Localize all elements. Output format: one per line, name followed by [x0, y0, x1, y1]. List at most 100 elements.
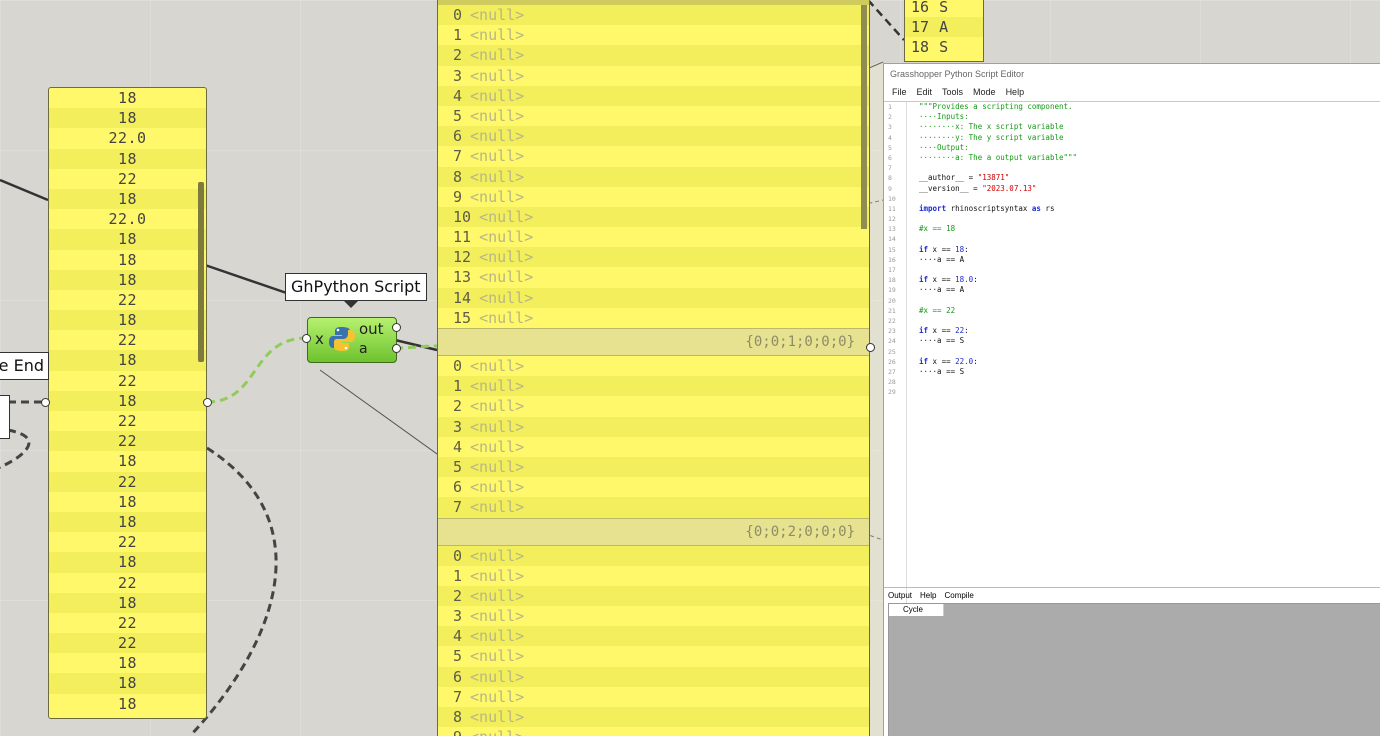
null-value: <null>: [470, 397, 525, 416]
item-index: 4: [453, 437, 463, 456]
item-index: 1: [453, 26, 463, 45]
code-line: 3 ········x: The x script variable: [884, 122, 1380, 132]
code-line: 13 #x == 18: [884, 224, 1380, 234]
null-row: 3 <null>: [438, 66, 869, 86]
item-index: 4: [453, 86, 463, 105]
code-text: __version__ = "2023.07.13": [919, 183, 1037, 193]
line-number: 26: [888, 357, 896, 366]
code-editor[interactable]: 1 """Provides a scripting component. 2 ····…: [884, 101, 1380, 618]
bottom-tabs: Output Help Compile: [884, 587, 1380, 604]
panel-value-row: 18: [117, 492, 138, 511]
null-row: 5 <null>: [438, 646, 869, 666]
line-number: 12: [888, 215, 896, 224]
line-number: 8: [888, 174, 892, 183]
node-output-grip-a[interactable]: [392, 344, 401, 353]
null-row: 1 <null>: [438, 566, 869, 586]
null-row: 15 <null>: [438, 308, 869, 328]
null-value: <null>: [470, 6, 525, 24]
null-row: 4 <null>: [438, 85, 869, 106]
python-script-editor-window[interactable]: Grasshopper Python Script Editor File Edi…: [883, 63, 1380, 736]
null-row: 9 <null>: [438, 727, 869, 736]
code-line: 20: [884, 296, 1380, 306]
code-line: 26 if x == 22.0:: [884, 357, 1380, 367]
item-index: 6: [453, 667, 463, 686]
null-row: 4 <null>: [438, 626, 869, 647]
null-value: <null>: [479, 248, 534, 267]
panel-value-row: 22: [117, 169, 138, 188]
item-index: 18: [911, 38, 930, 57]
panel-output-grip[interactable]: [866, 343, 875, 352]
line-number: 2: [888, 113, 892, 122]
left-number-panel[interactable]: 18 18 22.0 18 22 18 22.0 18 18 18 22 18 22 18 22 18 22 22…: [48, 87, 207, 719]
item-index: 7: [453, 147, 463, 166]
item-index: 5: [453, 647, 463, 666]
tab-help[interactable]: Help: [916, 588, 940, 604]
node-output-out[interactable]: out: [359, 320, 384, 338]
panel-value-row: 22.0: [108, 210, 147, 229]
tab-output[interactable]: Output: [884, 588, 916, 604]
panel-value-row: 22: [117, 573, 138, 592]
line-number: 7: [888, 164, 892, 173]
code-text: """Provides a scripting component.: [919, 102, 1073, 111]
panel-scrollbar[interactable]: [861, 5, 867, 229]
input-wire: [206, 336, 308, 404]
code-line: 16 ····a == A: [884, 255, 1380, 265]
panel-value-row: 22.0: [108, 129, 147, 148]
null-row: 5 <null>: [438, 456, 869, 478]
null-value: <null>: [470, 546, 525, 565]
code-text: if x == 18:: [919, 244, 969, 254]
line-number: 10: [888, 194, 896, 203]
item-index: 6: [453, 478, 463, 497]
code-text: ········y: The y script variable: [919, 132, 1064, 142]
null-row: 6 <null>: [438, 666, 869, 687]
menu-file[interactable]: File: [887, 84, 912, 100]
null-row: 7 <null>: [438, 687, 869, 707]
null-row: 1 <null>: [438, 376, 869, 397]
line-number: 16: [888, 255, 896, 264]
null-data-panel[interactable]: 0 <null> 1 <null> 2 <null> 3 <null> 4 <null> 5 <nul…: [437, 0, 870, 736]
node-output-a[interactable]: a: [359, 341, 368, 357]
panel-value-row: 18: [49, 148, 206, 169]
menu-tools[interactable]: Tools: [937, 84, 968, 100]
code-text: ········x: The x script variable: [919, 122, 1064, 132]
code-text: #x == 22: [919, 305, 956, 315]
item-index: 3: [453, 66, 463, 85]
output-panel[interactable]: 16 S 17 A 18 S: [904, 0, 984, 62]
code-line: 23 if x == 22:: [884, 326, 1380, 336]
panel-value-row: 22: [117, 533, 138, 552]
null-value: <null>: [470, 708, 525, 726]
item-value: S: [939, 38, 949, 57]
code-text: ····a == A: [919, 254, 965, 264]
null-value: <null>: [479, 308, 534, 327]
menu-mode[interactable]: Mode: [968, 84, 1001, 100]
code-text: ········a: The a output variable""": [919, 152, 1078, 162]
code-line: 14: [884, 234, 1380, 244]
line-number: 29: [888, 388, 896, 397]
node-output-grip-out[interactable]: [392, 323, 401, 332]
item-index: 5: [453, 457, 463, 476]
menu-help[interactable]: Help: [1001, 84, 1030, 100]
output-pane[interactable]: Cycle: [888, 603, 1380, 736]
component-stub[interactable]: [0, 395, 10, 439]
null-value: <null>: [470, 147, 525, 166]
wire: [867, 0, 905, 41]
null-row: 8 <null>: [438, 707, 869, 728]
node-input-grip[interactable]: [302, 334, 311, 343]
panel-scrollbar[interactable]: [198, 182, 204, 362]
panel-value-row: 18: [117, 89, 138, 107]
grasshopper-canvas[interactable]: 18 18 22.0 18 22 18 22.0 18 18 18 22 18 22 18 22 18 22 22…: [0, 0, 1380, 736]
ghpython-script-node[interactable]: x out a: [307, 317, 397, 363]
null-row: 10 <null>: [438, 206, 869, 228]
panel-output-grip[interactable]: [203, 398, 212, 407]
item-index: 1: [453, 566, 463, 585]
panel-input-grip[interactable]: [41, 398, 50, 407]
menu-edit[interactable]: Edit: [912, 84, 938, 100]
tab-compile[interactable]: Compile: [940, 588, 977, 604]
null-row: 3 <null>: [438, 416, 869, 437]
panel-value-row: 22: [117, 613, 138, 632]
end-component-label[interactable]: e End: [0, 352, 49, 380]
panel-value-row: 18: [49, 310, 206, 331]
node-input-x[interactable]: x: [315, 330, 324, 348]
code-line: 11 import rhinoscriptsyntax as rs: [884, 204, 1380, 214]
branch-path-header: {0;0;2;0;0;0}: [438, 517, 869, 546]
